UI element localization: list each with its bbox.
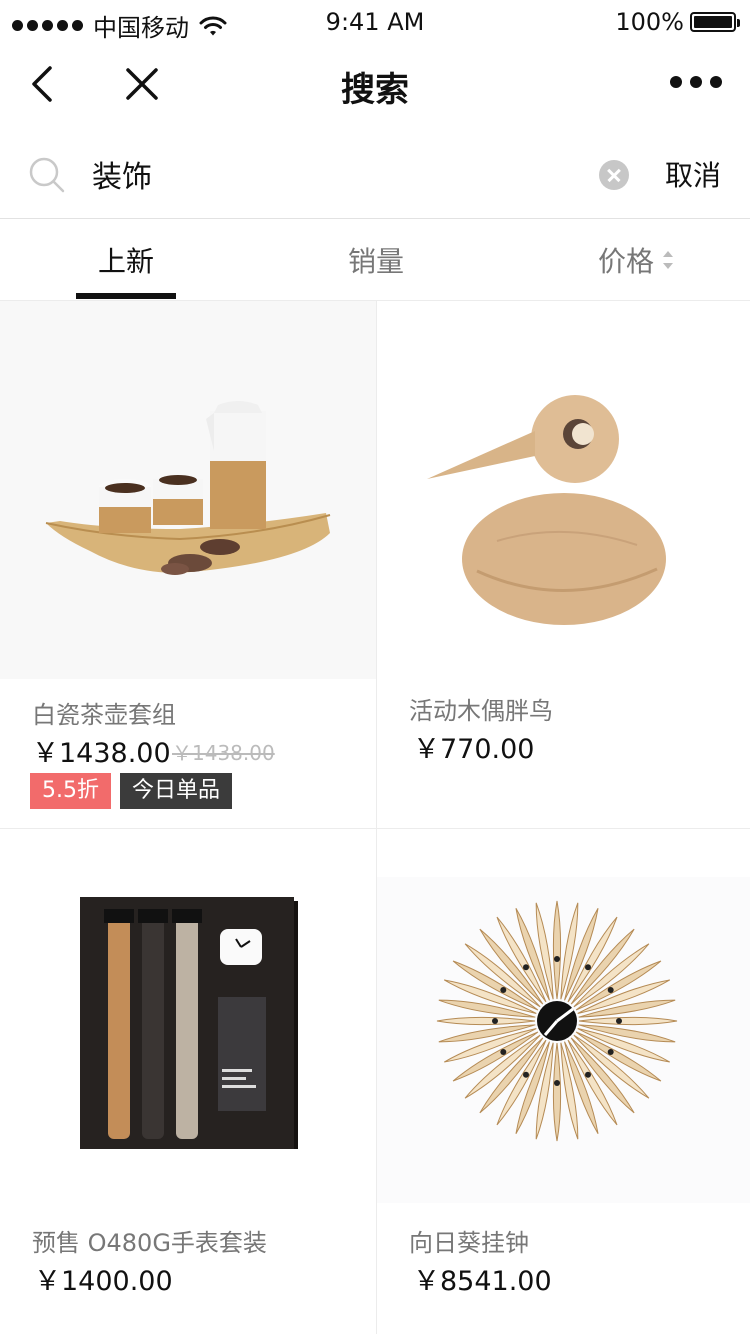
status-right: 100% bbox=[615, 8, 740, 36]
sort-tabs: 上新 销量 价格 bbox=[0, 220, 750, 301]
search-icon bbox=[29, 157, 65, 193]
tab-newest[interactable]: 上新 bbox=[98, 240, 154, 280]
more-icon[interactable] bbox=[670, 76, 722, 88]
watch-set-image bbox=[0, 829, 376, 1199]
tab-sales[interactable]: 销量 bbox=[348, 240, 404, 280]
discount-badge: 5.5折 bbox=[30, 773, 111, 809]
product-name: 预售 O480G手表套装 bbox=[32, 1229, 267, 1257]
search-input[interactable]: 装饰 bbox=[92, 152, 152, 196]
original-price: ￥1438.00 bbox=[172, 741, 275, 765]
search-bar: 装饰 取消 bbox=[0, 124, 750, 219]
sunflower-clock-image bbox=[377, 877, 750, 1203]
nav-bar: 搜索 bbox=[0, 44, 750, 124]
battery-icon bbox=[690, 12, 740, 32]
cancel-button[interactable]: 取消 bbox=[665, 154, 721, 194]
clear-icon[interactable] bbox=[599, 160, 629, 190]
daily-badge: 今日单品 bbox=[120, 773, 233, 809]
sort-arrows-icon[interactable] bbox=[662, 249, 674, 271]
wooden-bird-image bbox=[377, 301, 750, 679]
tab-indicator bbox=[76, 293, 176, 299]
product-price: ￥1438.00 bbox=[32, 738, 171, 769]
product-grid: 白瓷茶壶套组 ￥1438.00 ￥1438.00 5.5折 今日单品 活动木偶胖… bbox=[0, 301, 750, 1334]
status-bar: 中国移动 9:41 AM 100% bbox=[0, 0, 750, 44]
product-price: ￥8541.00 bbox=[413, 1266, 552, 1297]
product-card[interactable]: 活动木偶胖鸟 ￥770.00 bbox=[377, 301, 750, 828]
product-name: 活动木偶胖鸟 bbox=[409, 697, 553, 725]
tab-price[interactable]: 价格 bbox=[598, 240, 654, 280]
product-name: 向日葵挂钟 bbox=[409, 1229, 529, 1257]
product-price: ￥1400.00 bbox=[34, 1266, 173, 1297]
product-name: 白瓷茶壶套组 bbox=[32, 701, 176, 729]
battery-percent: 100% bbox=[615, 8, 684, 36]
product-card[interactable]: 预售 O480G手表套装 ￥1400.00 bbox=[0, 829, 376, 1334]
product-price: ￥770.00 bbox=[413, 734, 535, 765]
product-card[interactable]: 向日葵挂钟 ￥8541.00 bbox=[377, 829, 750, 1334]
product-card[interactable]: 白瓷茶壶套组 ￥1438.00 ￥1438.00 5.5折 今日单品 bbox=[0, 301, 376, 828]
tea-set-image bbox=[0, 301, 376, 679]
page-title: 搜索 bbox=[341, 70, 409, 110]
